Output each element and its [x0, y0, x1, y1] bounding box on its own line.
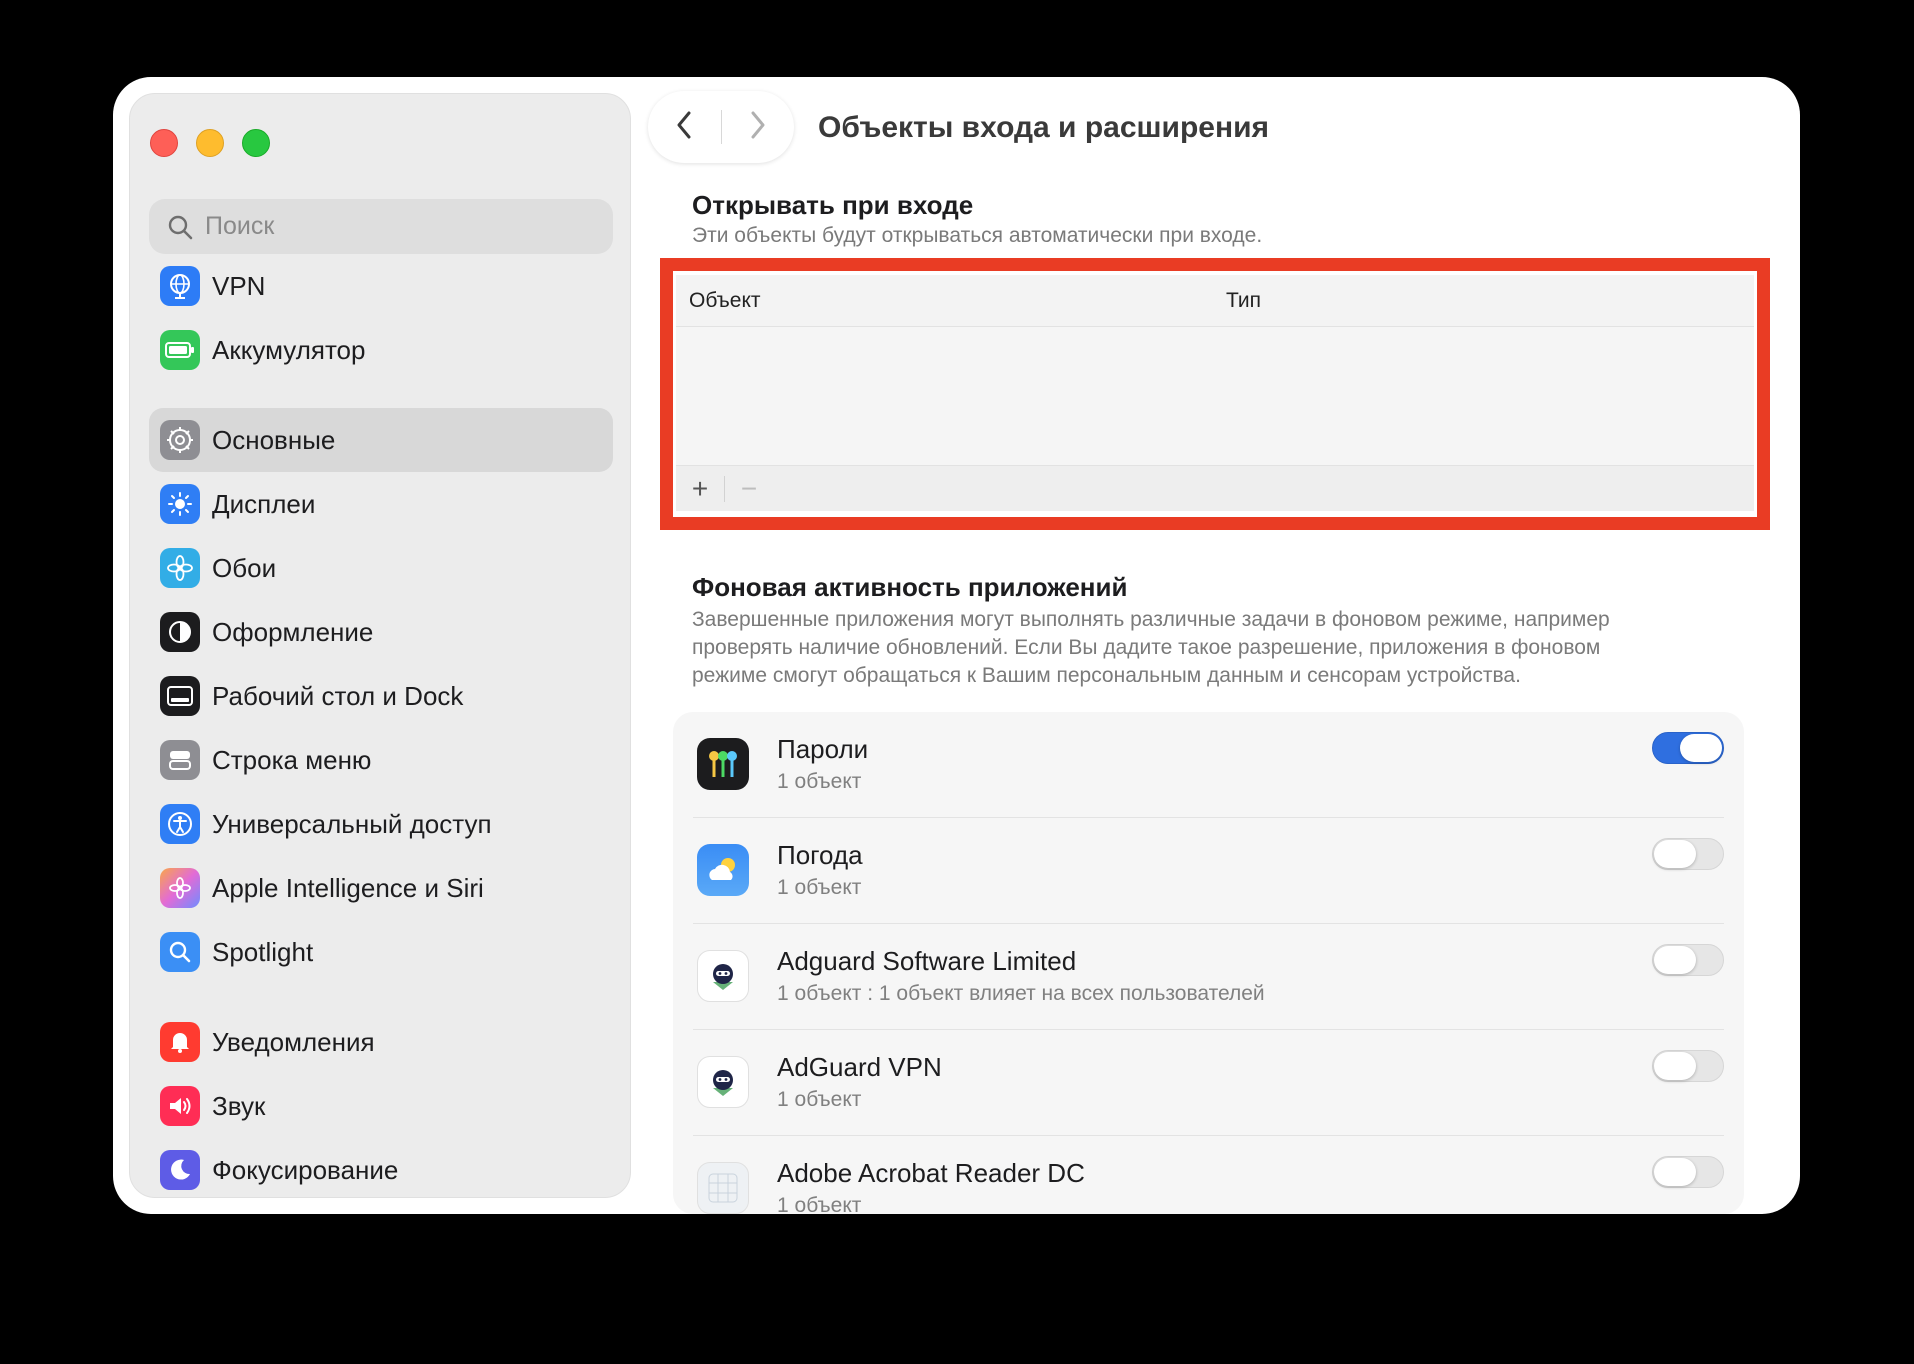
sidebar-item-label: Уведомления [212, 1026, 375, 1057]
sidebar-item-label: Фокусирование [212, 1154, 399, 1185]
app-row-weather: Погода 1 объект [673, 818, 1744, 924]
background-apps-list: Пароли 1 объект Погода 1 объект Adguard … [673, 712, 1744, 1214]
app-name: Пароли [777, 734, 869, 764]
sidebar-item-label: Аккумулятор [212, 334, 366, 365]
forward-button[interactable] [722, 91, 795, 163]
app-row-passwords: Пароли 1 объект [673, 712, 1744, 818]
sidebar-item-label: Оформление [212, 616, 374, 647]
sidebar-item-label: Spotlight [212, 936, 314, 967]
sidebar-item-label: Универсальный доступ [212, 808, 492, 839]
weather-toggle[interactable] [1652, 838, 1724, 870]
sidebar: VPN Аккумулятор Основные Дисплеи [129, 93, 631, 1198]
passwords-toggle[interactable] [1652, 732, 1724, 764]
contrast-icon [160, 612, 200, 652]
passwords-keys-icon [697, 738, 749, 790]
sidebar-item-label: Основные [212, 424, 336, 455]
sidebar-item-label: Строка меню [212, 744, 372, 775]
sidebar-item-focus[interactable]: Фокусирование [149, 1138, 613, 1197]
accessibility-icon [160, 804, 200, 844]
page-title: Объекты входа и расширения [818, 111, 1270, 144]
window-controls [150, 129, 270, 157]
sidebar-item-notifications[interactable]: Уведомления [149, 1010, 613, 1074]
navigation-buttons [648, 91, 794, 163]
login-items-description: Эти объекты будут открываться автоматиче… [692, 224, 1263, 247]
moon-icon [160, 1150, 200, 1190]
sidebar-item-general[interactable]: Основные [149, 408, 613, 472]
sidebar-item-appearance[interactable]: Оформление [149, 600, 613, 664]
sidebar-item-label: Звук [212, 1090, 266, 1121]
app-name: Погода [777, 840, 863, 870]
sidebar-item-label: Apple Intelligence и Siri [212, 872, 484, 903]
background-activity-description-line-3: режиме смогут обращаться к Вашим персона… [692, 664, 1521, 687]
magnifier-icon [160, 932, 200, 972]
sidebar-item-desktop-dock[interactable]: Рабочий стол и Dock [149, 664, 613, 728]
zoom-button[interactable] [242, 129, 270, 157]
search-input[interactable] [205, 212, 585, 241]
siri-icon [160, 868, 200, 908]
acrobat-toggle[interactable] [1652, 1156, 1724, 1188]
app-subtitle: 1 объект [777, 1088, 862, 1111]
app-subtitle: 1 объект : 1 объект влияет на всех польз… [777, 982, 1265, 1005]
app-row-adguard-vpn: AdGuard VPN 1 объект [673, 1030, 1744, 1136]
globe-icon [160, 266, 200, 306]
sidebar-item-wallpaper[interactable]: Обои [149, 536, 613, 600]
minimize-button[interactable] [196, 129, 224, 157]
app-name: Adguard Software Limited [777, 946, 1077, 976]
app-subtitle: 1 объект [777, 1194, 862, 1214]
app-row-adguard: Adguard Software Limited 1 объект : 1 об… [673, 924, 1744, 1030]
sidebar-item-label: VPN [212, 270, 266, 301]
sidebar-item-apple-intelligence[interactable]: Apple Intelligence и Siri [149, 856, 613, 920]
acrobat-icon [697, 1162, 749, 1214]
search-icon [167, 214, 193, 240]
sidebar-item-sound[interactable]: Звук [149, 1074, 613, 1138]
sidebar-item-spotlight[interactable]: Spotlight [149, 920, 613, 984]
highlight-box [660, 258, 1770, 530]
chevron-left-icon [675, 110, 693, 145]
app-subtitle: 1 объект [777, 770, 862, 793]
adguard-toggle[interactable] [1652, 944, 1724, 976]
adguard-vpn-toggle[interactable] [1652, 1050, 1724, 1082]
login-items-title: Открывать при входе [692, 190, 974, 220]
sidebar-nav: VPN Аккумулятор Основные Дисплеи Обои Оф… [149, 254, 613, 1197]
menubar-icon [160, 740, 200, 780]
gear-icon [160, 420, 200, 460]
sidebar-item-displays[interactable]: Дисплеи [149, 472, 613, 536]
app-name: AdGuard VPN [777, 1052, 942, 1082]
adguard-vpn-icon [697, 1056, 749, 1108]
sidebar-item-battery[interactable]: Аккумулятор [149, 318, 613, 382]
adguard-icon [697, 950, 749, 1002]
background-activity-title: Фоновая активность приложений [692, 572, 1128, 602]
flower-icon [160, 548, 200, 588]
dock-icon [160, 676, 200, 716]
app-row-acrobat: Adobe Acrobat Reader DC 1 объект [673, 1136, 1744, 1214]
chevron-right-icon [749, 110, 767, 145]
sidebar-item-label: Обои [212, 552, 277, 583]
sidebar-item-menubar[interactable]: Строка меню [149, 728, 613, 792]
window-bottom-mask [0, 1214, 1914, 1364]
sun-icon [160, 484, 200, 524]
background-activity-description-line-1: Завершенные приложения могут выполнять р… [692, 608, 1610, 631]
bell-icon [160, 1022, 200, 1062]
battery-icon [160, 330, 200, 370]
close-button[interactable] [150, 129, 178, 157]
sidebar-item-label: Дисплеи [212, 488, 316, 519]
sidebar-item-label: Рабочий стол и Dock [212, 680, 464, 711]
sidebar-item-vpn[interactable]: VPN [149, 254, 613, 318]
search-field[interactable] [149, 199, 613, 254]
weather-icon [697, 844, 749, 896]
sidebar-item-accessibility[interactable]: Универсальный доступ [149, 792, 613, 856]
back-button[interactable] [648, 91, 721, 163]
speaker-icon [160, 1086, 200, 1126]
app-name: Adobe Acrobat Reader DC [777, 1158, 1085, 1188]
app-subtitle: 1 объект [777, 876, 862, 899]
background-activity-description-line-2: проверять наличие обновлений. Если Вы да… [692, 636, 1601, 659]
